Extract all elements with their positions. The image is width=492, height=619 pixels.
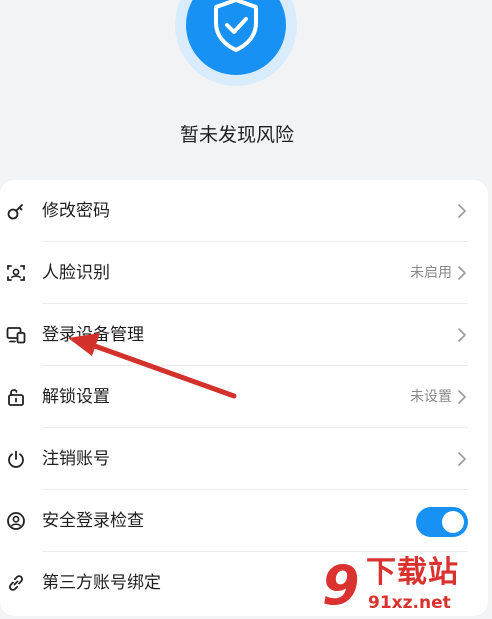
watermark-url: 91xz.net (368, 593, 451, 613)
link-icon (6, 573, 26, 593)
chevron-right-icon (458, 328, 466, 342)
setting-row-secure-login-check: 安全登录检查 (0, 490, 488, 552)
watermark-title: 下载站 (366, 555, 459, 590)
risk-status-text: 暂未发现风险 (179, 124, 294, 146)
setting-row-change-password[interactable]: 修改密码 (0, 180, 488, 242)
setting-label: 注销账号 (42, 449, 110, 469)
chevron-right-icon (458, 266, 466, 280)
setting-value: 未启用 (410, 265, 452, 281)
security-settings-list: 修改密码 人脸识别 未启用 登录设备管理 解锁设置 未设置 注销账号 安全登录检… (0, 180, 488, 616)
toggle-knob (442, 511, 464, 533)
chevron-right-icon (458, 452, 466, 466)
user-circle-icon (6, 511, 26, 531)
face-scan-icon (6, 263, 26, 283)
setting-label: 人脸识别 (42, 263, 110, 283)
setting-label: 安全登录检查 (42, 511, 144, 531)
setting-label: 解锁设置 (42, 387, 110, 407)
setting-row-face-recognition[interactable]: 人脸识别 未启用 (0, 242, 488, 304)
devices-icon (6, 325, 26, 345)
key-icon (6, 201, 26, 221)
secure-login-toggle[interactable] (416, 507, 468, 537)
setting-row-login-devices[interactable]: 登录设备管理 (0, 304, 488, 366)
setting-label: 第三方账号绑定 (42, 573, 161, 593)
unlock-icon (6, 387, 26, 407)
watermark-logo: 9 (322, 554, 360, 617)
security-status-header: 暂未发现风险 (0, 0, 492, 178)
setting-row-cancel-account[interactable]: 注销账号 (0, 428, 488, 490)
shield-halo (175, 0, 297, 86)
shield-check-icon (214, 0, 258, 52)
setting-value: 未设置 (410, 389, 452, 405)
setting-row-unlock-settings[interactable]: 解锁设置 未设置 (0, 366, 488, 428)
setting-label: 登录设备管理 (42, 325, 144, 345)
site-watermark: 9 下载站 91xz.net (322, 556, 492, 618)
chevron-right-icon (458, 204, 466, 218)
chevron-right-icon (458, 390, 466, 404)
shield-badge (186, 0, 286, 75)
setting-label: 修改密码 (42, 201, 110, 221)
power-icon (6, 449, 26, 469)
